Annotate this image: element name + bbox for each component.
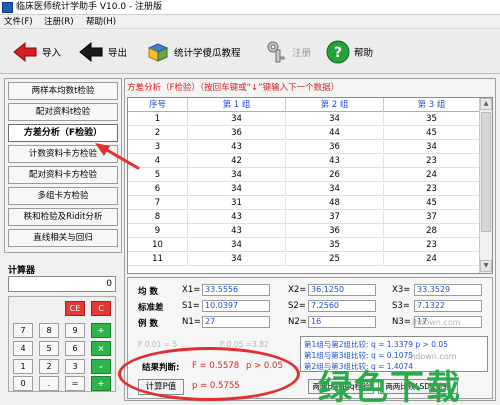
- watermark-logo: 绿色下载: [318, 368, 462, 405]
- watermark-site-faint: lhdown.com: [412, 318, 461, 327]
- annotation-arrow-icon: [95, 143, 140, 170]
